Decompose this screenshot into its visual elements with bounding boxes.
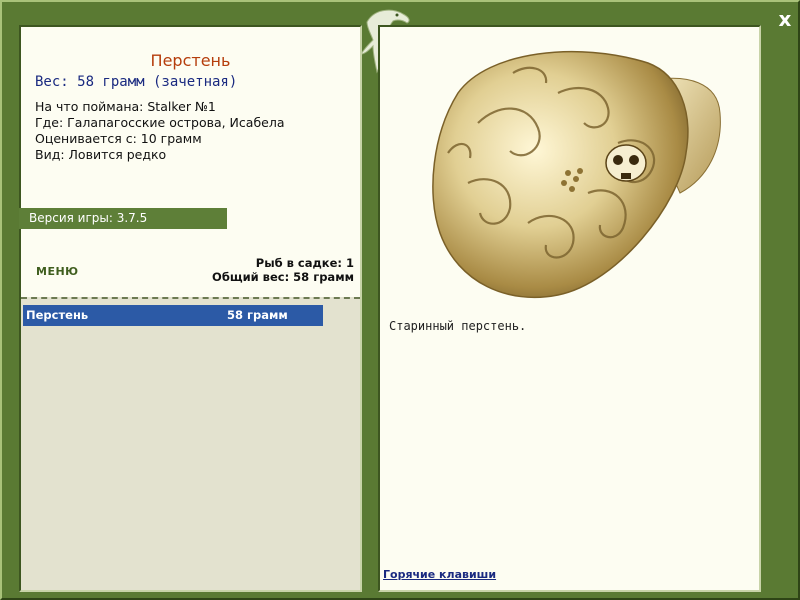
cage-list-item[interactable]: Перстень 58 грамм (23, 305, 323, 326)
hotkeys-link[interactable]: Горячие клавиши (383, 568, 496, 581)
right-panel: Старинный перстень. Горячие клавиши (378, 25, 761, 592)
fish-weight: Вес: 58 грамм (зачетная) (35, 74, 238, 90)
left-panel: Перстень Вес: 58 грамм (зачетная) На что… (19, 25, 362, 592)
cage-stats: Рыб в садке: 1 Общий вес: 58 грамм (212, 256, 354, 284)
divider (21, 297, 360, 299)
game-version-bar: Версия игры: 3.7.5 (19, 208, 227, 229)
close-icon[interactable]: x (774, 8, 796, 30)
fish-location: Где: Галапагосские острова, Исабела (35, 115, 285, 130)
fish-rarity: Вид: Ловится редко (35, 147, 167, 162)
fish-title: Перстень (150, 51, 231, 70)
menu-button[interactable]: МЕНЮ (36, 265, 79, 278)
cage-item-weight: 58 грамм (227, 308, 288, 322)
cage-fish-count: Рыб в садке: 1 (255, 256, 354, 270)
fish-caught-on: На что поймана: Stalker №1 (35, 99, 216, 114)
fish-description: Старинный перстень. (389, 319, 527, 333)
cage-item-name: Перстень (26, 308, 89, 322)
ring-image (432, 50, 721, 299)
fish-valued-from: Оценивается с: 10 грамм (35, 131, 202, 146)
fish-info-box: Перстень Вес: 58 грамм (зачетная) На что… (19, 27, 360, 297)
game-window: x Перстень Вес: 58 грамм (зачетная) На ч… (0, 0, 800, 600)
cage-total-weight: Общий вес: 58 грамм (212, 270, 354, 284)
